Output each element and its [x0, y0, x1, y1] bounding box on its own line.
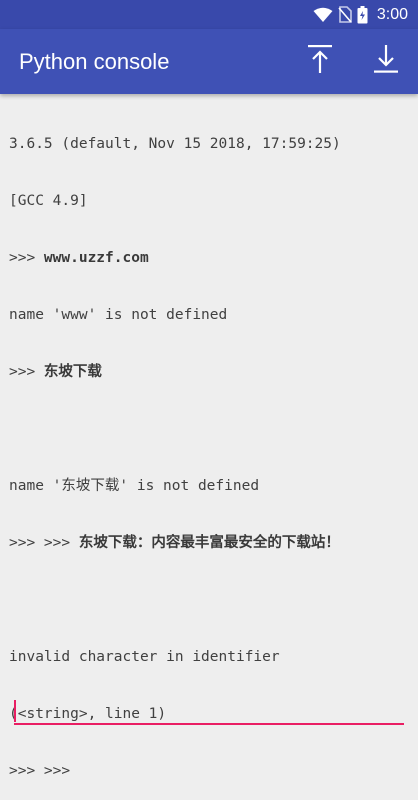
- scroll-bottom-icon: [373, 44, 399, 78]
- console-input-line: >>> www.uzzf.com: [9, 250, 149, 266]
- console-line: invalid character in identifier: [9, 649, 280, 665]
- console-input-line: >>> 东坡下载: [9, 364, 102, 380]
- command-input[interactable]: [14, 697, 404, 723]
- console-input-line: >>> >>> 东坡下载：内容最丰富最安全的下载站！: [9, 535, 340, 551]
- battery-icon: [357, 5, 368, 24]
- console-line: >>> >>>: [9, 763, 71, 779]
- scroll-top-icon: [307, 44, 333, 78]
- scroll-bottom-button[interactable]: [362, 37, 410, 85]
- app-bar: Python console: [0, 29, 418, 94]
- no-sim-icon: [338, 6, 352, 23]
- console-line: name 'www' is not defined: [9, 307, 228, 323]
- command-input-container[interactable]: [14, 697, 404, 725]
- console-line: [GCC 4.9]: [9, 193, 88, 209]
- console-line: name '东坡下载' is not defined: [9, 478, 260, 494]
- console-line: 3.6.5 (default, Nov 15 2018, 17:59:25): [9, 136, 341, 152]
- console-output: 3.6.5 (default, Nov 15 2018, 17:59:25) […: [9, 97, 412, 800]
- app-title: Python console: [19, 49, 170, 74]
- scroll-top-button[interactable]: [296, 37, 344, 85]
- wifi-icon: [313, 7, 333, 23]
- status-bar: 3:00: [0, 0, 418, 29]
- status-clock: 3:00: [376, 5, 408, 23]
- status-icons: 3:00: [313, 5, 408, 24]
